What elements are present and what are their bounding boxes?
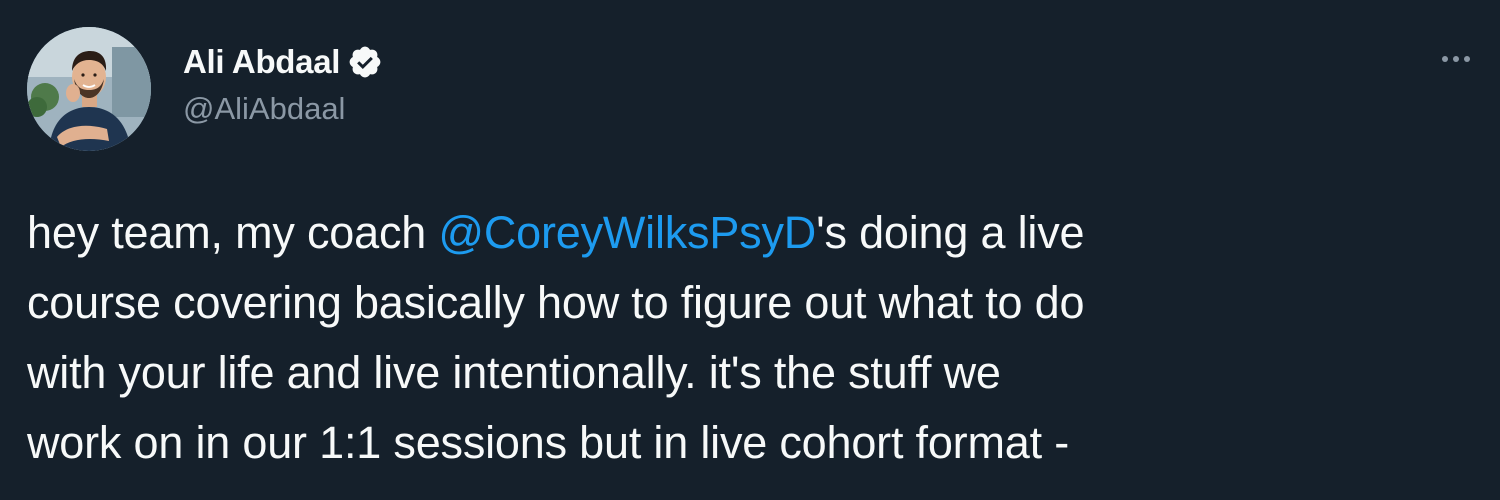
tweet-text-segment: hey team, my coach: [27, 207, 439, 258]
more-dot: [1442, 56, 1448, 62]
more-options-icon[interactable]: [1434, 44, 1478, 74]
author-name-row: Ali Abdaal: [183, 40, 383, 84]
author-display-name[interactable]: Ali Abdaal: [183, 43, 340, 81]
tweet-line-4: work on in our 1:1 sessions but in live …: [27, 417, 1069, 468]
mention-link[interactable]: @CoreyWilksPsyD: [438, 207, 816, 258]
more-dot: [1464, 56, 1470, 62]
author-handle[interactable]: @AliAbdaal: [183, 91, 345, 127]
verified-badge-icon: [347, 44, 383, 80]
author-avatar[interactable]: [27, 27, 151, 151]
avatar-photo-icon: [27, 27, 151, 151]
tweet-text-segment: 's doing a live: [816, 207, 1085, 258]
tweet-text: hey team, my coach @CoreyWilksPsyD's doi…: [27, 198, 1467, 478]
more-dot: [1453, 56, 1459, 62]
tweet-line-2: course covering basically how to figure …: [27, 277, 1085, 328]
tweet-line-1: hey team, my coach @CoreyWilksPsyD's doi…: [27, 198, 1467, 268]
tweet-card: Ali Abdaal @AliAbdaal hey team, my coach…: [0, 0, 1500, 500]
tweet-line-3: with your life and live intentionally. i…: [27, 347, 1001, 398]
